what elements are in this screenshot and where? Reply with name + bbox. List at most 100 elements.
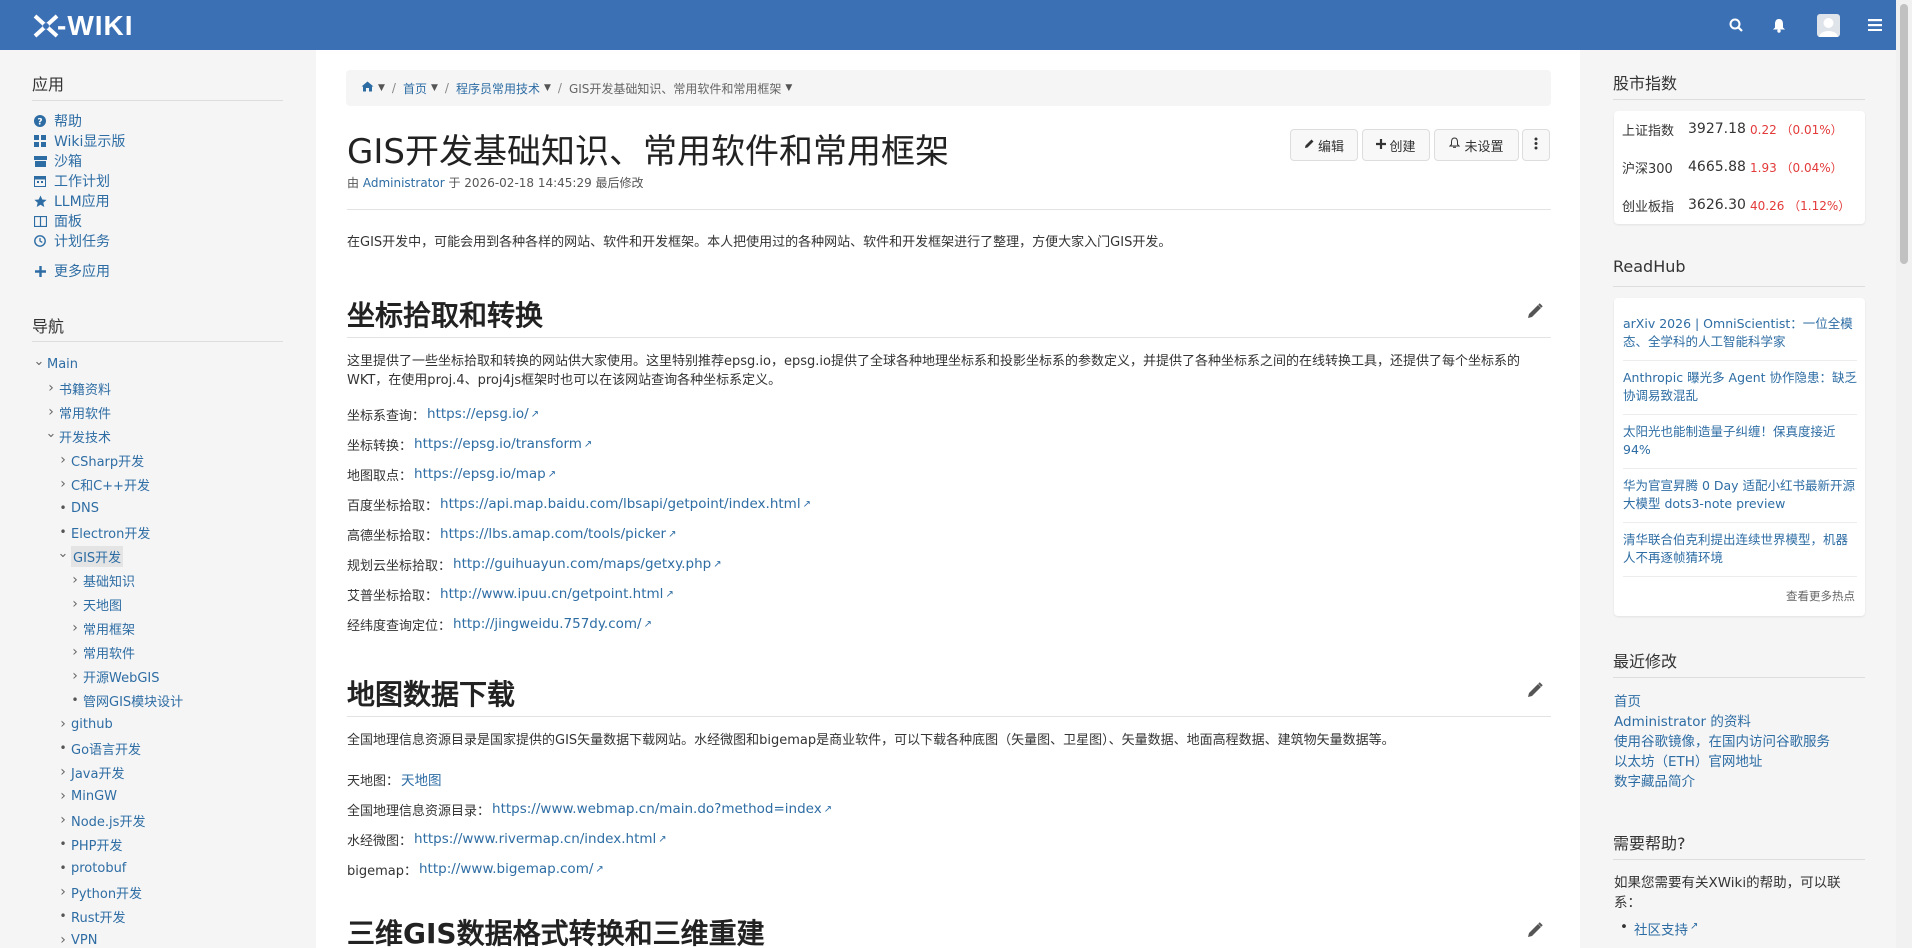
menu-icon[interactable]: [1864, 14, 1886, 36]
chevron-right-icon[interactable]: ›: [70, 668, 80, 684]
chevron-down-icon[interactable]: ▼: [431, 83, 438, 93]
app-item-scheduler[interactable]: 计划任务: [33, 231, 110, 251]
watch-button[interactable]: 未设置: [1434, 129, 1519, 161]
bell-icon[interactable]: [1768, 14, 1790, 36]
meta-author-link[interactable]: Administrator: [363, 176, 445, 190]
external-link[interactable]: https://epsg.io/: [427, 406, 529, 422]
readhub-item[interactable]: 清华联合伯克利提出连续世界模型，机器人不再逐帧猜环境: [1623, 531, 1857, 567]
more-actions-button[interactable]: [1522, 129, 1550, 161]
chevron-right-icon[interactable]: ›: [46, 404, 56, 420]
nav-tree-item[interactable]: › C和C++开发: [58, 473, 150, 495]
external-link[interactable]: https://epsg.io/map: [414, 466, 546, 482]
chevron-down-icon[interactable]: ⌄: [46, 426, 57, 441]
recent-item[interactable]: 以太坊（ETH）官网地址: [1614, 750, 1762, 770]
nav-tree-item[interactable]: › github: [58, 713, 113, 735]
breadcrumb-item-home[interactable]: 首页: [403, 80, 427, 97]
app-label: 工作计划: [54, 174, 110, 190]
nav-tree-item[interactable]: • Electron开发: [58, 521, 150, 543]
chevron-down-icon[interactable]: ▼: [785, 83, 792, 93]
chevron-right-icon[interactable]: ›: [58, 452, 68, 468]
nav-tree-item[interactable]: • Rust开发: [58, 905, 125, 927]
app-item-llm[interactable]: LLM应用: [33, 191, 110, 211]
nav-tree-item[interactable]: › 常用框架: [70, 617, 135, 639]
nav-tree-item[interactable]: • Go语言开发: [58, 737, 141, 759]
chevron-down-icon[interactable]: ▼: [544, 83, 551, 93]
chevron-right-icon[interactable]: ›: [70, 572, 80, 588]
nav-tree-item[interactable]: › Java开发: [58, 761, 124, 783]
external-link[interactable]: http://guihuayun.com/maps/getxy.php: [453, 556, 711, 572]
app-item-wiki-display[interactable]: Wiki显示版: [33, 131, 125, 151]
nav-tree-item[interactable]: ⌄ 开发技术: [46, 425, 111, 447]
nav-tree-item[interactable]: › Python开发: [58, 881, 142, 903]
chevron-right-icon[interactable]: ›: [58, 716, 68, 732]
chevron-right-icon[interactable]: ›: [58, 812, 68, 828]
external-link[interactable]: 天地图: [401, 769, 442, 789]
nav-tree-item[interactable]: › 书籍资料: [46, 377, 111, 399]
nav-tree-item[interactable]: • DNS: [58, 497, 99, 519]
readhub-item[interactable]: 太阳光也能制造量子纠缠！保真度接近94%: [1623, 423, 1857, 459]
breadcrumb-item-category[interactable]: 程序员常用技术: [456, 80, 540, 97]
chevron-right-icon[interactable]: ›: [58, 764, 68, 780]
recent-item[interactable]: 首页: [1614, 690, 1641, 710]
chevron-down-icon[interactable]: ⌄: [58, 546, 69, 561]
nav-tree-item[interactable]: ⌄ GIS开发: [58, 545, 124, 567]
external-link[interactable]: https://www.webmap.cn/main.do?method=ind…: [492, 801, 822, 817]
bullet-icon: •: [59, 501, 67, 515]
recent-item[interactable]: 数字藏品简介: [1614, 770, 1695, 790]
nav-tree-item[interactable]: › 常用软件: [46, 401, 111, 423]
chevron-right-icon[interactable]: ›: [58, 932, 68, 948]
search-icon[interactable]: [1725, 14, 1747, 36]
grid-icon: [33, 134, 47, 148]
external-link[interactable]: https://epsg.io/transform: [414, 436, 582, 452]
external-link[interactable]: https://www.rivermap.cn/index.html: [414, 831, 656, 847]
nav-tree-item[interactable]: › 开源WebGIS: [70, 665, 159, 687]
section-edit-icon[interactable]: [1527, 303, 1547, 323]
community-support-link[interactable]: 社区支持: [1634, 923, 1688, 939]
chevron-right-icon[interactable]: ›: [70, 644, 80, 660]
chevron-right-icon[interactable]: ›: [58, 476, 68, 492]
nav-tree-label: 天地图: [83, 598, 123, 614]
readhub-more-link[interactable]: 查看更多热点: [1786, 588, 1855, 604]
nav-tree-item[interactable]: • PHP开发: [58, 833, 122, 855]
nav-tree-item[interactable]: › 天地图: [70, 593, 122, 615]
readhub-item[interactable]: arXiv 2026 | OmniScientist：一位全模态、全学科的人工智…: [1623, 315, 1857, 351]
nav-tree-item[interactable]: › 基础知识: [70, 569, 135, 591]
xwiki-logo[interactable]: -WIKI: [33, 10, 134, 42]
external-link[interactable]: https://lbs.amap.com/tools/picker: [440, 526, 666, 542]
app-item-work-plan[interactable]: 工作计划: [33, 171, 110, 191]
chevron-right-icon[interactable]: ›: [46, 380, 56, 396]
app-item-help[interactable]: ? 帮助: [33, 111, 82, 131]
readhub-item[interactable]: Anthropic 曝光多 Agent 协作隐患：缺乏协调易致混乱: [1623, 369, 1857, 405]
nav-tree-item[interactable]: › CSharp开发: [58, 449, 144, 471]
nav-tree-item[interactable]: › MinGW: [58, 785, 117, 807]
nav-tree-item[interactable]: • 管网GIS模块设计: [70, 689, 183, 711]
home-icon[interactable]: [361, 81, 374, 95]
nav-tree-item[interactable]: • protobuf: [58, 857, 126, 879]
create-button[interactable]: 创建: [1362, 129, 1430, 161]
user-avatar[interactable]: [1817, 14, 1840, 37]
chevron-right-icon[interactable]: ›: [58, 788, 68, 804]
app-item-panels[interactable]: 面板: [33, 211, 82, 231]
nav-tree-item[interactable]: › VPN: [58, 929, 97, 948]
nav-tree-item[interactable]: ⌄ Main: [34, 353, 79, 375]
chevron-right-icon[interactable]: ›: [70, 620, 80, 636]
external-link[interactable]: http://www.bigemap.com/: [419, 861, 593, 877]
scrollbar-thumb[interactable]: [1900, 4, 1908, 264]
section-edit-icon[interactable]: [1527, 922, 1547, 942]
external-link[interactable]: http://jingweidu.757dy.com/: [453, 616, 642, 632]
edit-button[interactable]: 编辑: [1290, 129, 1358, 161]
chevron-down-icon[interactable]: ▼: [378, 83, 385, 93]
nav-tree-item[interactable]: › Node.js开发: [58, 809, 145, 831]
nav-tree-item[interactable]: › 常用软件: [70, 641, 135, 663]
readhub-item[interactable]: 华为官宣昇腾 0 Day 适配小红书最新开源大模型 dots3-note pre…: [1623, 477, 1857, 513]
section-edit-icon[interactable]: [1527, 682, 1547, 702]
chevron-right-icon[interactable]: ›: [58, 884, 68, 900]
external-link[interactable]: http://www.ipuu.cn/getpoint.html: [440, 586, 663, 602]
app-item-sandbox[interactable]: 沙箱: [33, 151, 82, 171]
chevron-down-icon[interactable]: ⌄: [34, 354, 45, 369]
recent-item[interactable]: 使用谷歌镜像，在国内访问谷歌服务: [1614, 730, 1830, 750]
recent-item[interactable]: Administrator 的资料: [1614, 710, 1751, 730]
external-link[interactable]: https://api.map.baidu.com/lbsapi/getpoin…: [440, 496, 801, 512]
chevron-right-icon[interactable]: ›: [70, 596, 80, 612]
more-apps-link[interactable]: 更多应用: [33, 261, 110, 281]
